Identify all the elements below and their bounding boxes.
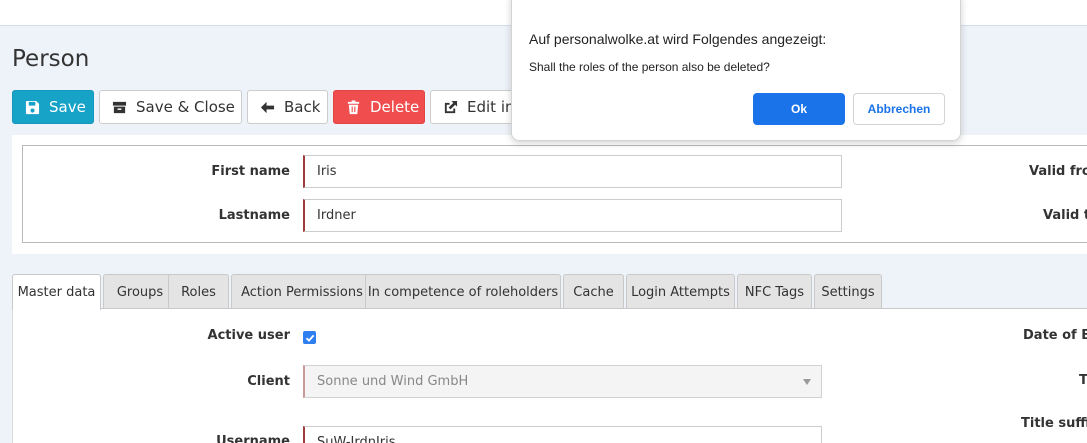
person-header-panel [12, 135, 1087, 254]
username-input[interactable]: SuW-IrdnIris [303, 426, 822, 443]
tab-roles[interactable]: Roles [168, 274, 229, 309]
valid-from-label: Valid fro [1029, 164, 1087, 179]
date-of-birth-label: Date of Bi [1023, 328, 1087, 343]
checkmark-icon [305, 334, 314, 342]
tab-cache[interactable]: Cache [563, 274, 624, 309]
dialog-cancel-button[interactable]: Abbrechen [853, 93, 945, 125]
back-button-label: Back [284, 98, 321, 116]
tab-action-permissions[interactable]: Action Permissions [231, 274, 373, 309]
lastname-label: Lastname [218, 208, 290, 223]
active-user-label: Active user [207, 328, 290, 343]
first-name-input[interactable]: Iris [303, 155, 842, 188]
trash-icon [347, 99, 360, 114]
edit-in-button[interactable]: Edit in [430, 90, 520, 124]
save-button[interactable]: Save [12, 90, 94, 124]
lastname-input[interactable]: Irdner [303, 199, 842, 232]
client-label: Client [247, 374, 290, 389]
back-button[interactable]: Back [247, 90, 328, 124]
dialog-message: Shall the roles of the person also be de… [529, 60, 770, 74]
caret-down-icon [803, 379, 811, 385]
delete-button-label: Delete [370, 98, 420, 116]
page-title: Person [12, 46, 90, 72]
edit-in-button-label: Edit in [467, 98, 515, 116]
tab-settings[interactable]: Settings [814, 274, 882, 309]
floppy-disk-icon [25, 100, 40, 114]
save-close-button-label: Save & Close [136, 98, 235, 116]
tab-nfc-tags[interactable]: NFC Tags [737, 274, 812, 309]
tab-in-competence[interactable]: In competence of roleholders [365, 274, 561, 309]
archive-box-icon [112, 101, 127, 113]
first-name-label: First name [211, 164, 290, 179]
client-select[interactable]: Sonne und Wind GmbH [303, 365, 822, 398]
dialog-title: Auf personalwolke.at wird Folgendes ange… [529, 31, 827, 47]
title-suffix-label: Title suffix [1021, 416, 1087, 431]
delete-button[interactable]: Delete [333, 90, 425, 124]
valid-to-label: Valid t [1043, 208, 1087, 223]
dialog-ok-button[interactable]: Ok [753, 93, 845, 125]
active-user-checkbox[interactable] [303, 331, 316, 344]
username-label: Username [216, 434, 290, 443]
title-label: T [1079, 373, 1087, 388]
tab-master-data[interactable]: Master data [12, 274, 101, 310]
confirm-dialog: Auf personalwolke.at wird Folgendes ange… [511, 0, 961, 141]
external-link-icon [444, 100, 458, 113]
tab-login-attempts[interactable]: Login Attempts [626, 274, 735, 309]
arrow-left-icon [260, 101, 275, 113]
save-button-label: Save [49, 98, 86, 116]
client-select-value: Sonne und Wind GmbH [317, 374, 469, 389]
tab-groups[interactable]: Groups [103, 274, 177, 309]
save-close-button[interactable]: Save & Close [99, 90, 242, 124]
